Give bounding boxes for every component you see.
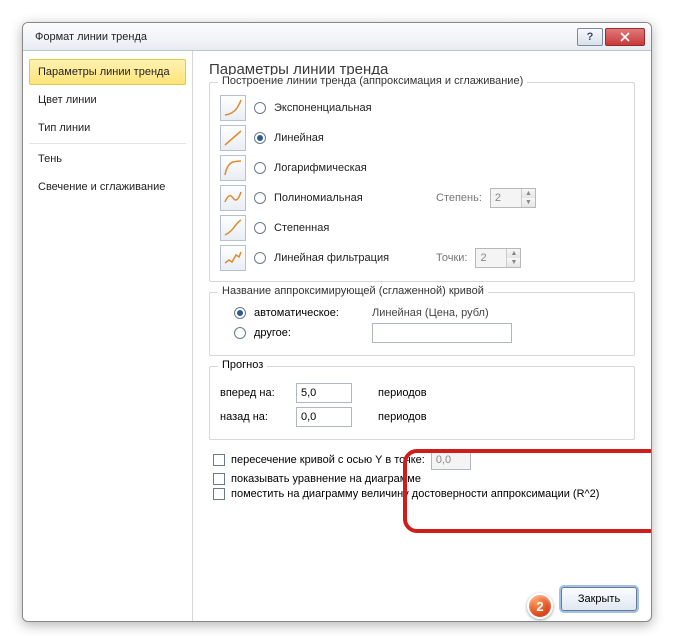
group-legend: Название аппроксимирующей (сглаженной) к…: [218, 285, 488, 297]
sidebar-item-line-type[interactable]: Тип линии: [29, 115, 186, 141]
power-icon: [220, 215, 246, 241]
rsquared-row: поместить на диаграмму величину достовер…: [213, 488, 635, 500]
forward-unit: периодов: [378, 387, 427, 399]
sidebar: Параметры линии тренда Цвет линии Тип ли…: [23, 51, 193, 621]
degree-spinner: ▲▼: [490, 188, 536, 208]
trend-option-linear: Линейная: [220, 123, 624, 153]
logarithmic-icon: [220, 155, 246, 181]
polynomial-icon: [220, 185, 246, 211]
other-label: другое:: [254, 327, 364, 339]
auto-label: автоматическое:: [254, 307, 364, 319]
trend-option-polynomial: Полиномиальная Степень: ▲▼: [220, 183, 624, 213]
annotation-badge-2: 2: [527, 593, 553, 619]
backward-unit: периодов: [378, 411, 427, 423]
trend-label: Экспоненциальная: [274, 102, 424, 114]
sidebar-separator: [29, 143, 186, 144]
trend-option-logarithmic: Логарифмическая: [220, 153, 624, 183]
rsquared-checkbox[interactable]: [213, 488, 225, 500]
equation-label: показывать уравнение на диаграмме: [231, 473, 421, 485]
sidebar-item-label: Тип линии: [38, 122, 90, 134]
backward-label: назад на:: [220, 411, 290, 423]
radio-logarithmic[interactable]: [254, 162, 266, 174]
trend-type-group: Построение линии тренда (аппроксимация и…: [209, 82, 635, 282]
trend-option-exponential: Экспоненциальная: [220, 93, 624, 123]
equation-checkbox[interactable]: [213, 473, 225, 485]
radio-exponential[interactable]: [254, 102, 266, 114]
linear-icon: [220, 125, 246, 151]
intercept-row: пересечение кривой с осью Y в точке:: [213, 450, 635, 470]
radio-linear[interactable]: [254, 132, 266, 144]
forecast-forward-row: вперед на: периодов: [220, 383, 624, 403]
forecast-group: Прогноз вперед на: периодов назад на: пе…: [209, 366, 635, 440]
forward-input[interactable]: [296, 383, 352, 403]
rsquared-label: поместить на диаграмму величину достовер…: [231, 488, 599, 500]
sidebar-item-label: Тень: [38, 153, 62, 165]
trend-label: Логарифмическая: [274, 162, 424, 174]
sidebar-item-glow[interactable]: Свечение и сглаживание: [29, 174, 186, 200]
sidebar-item-trendline-options[interactable]: Параметры линии тренда: [29, 59, 186, 85]
points-input: [476, 249, 506, 267]
dialog-window: Формат линии тренда ? Параметры линии тр…: [22, 22, 652, 622]
forecast-backward-row: назад на: периодов: [220, 407, 624, 427]
auto-name-value: Линейная (Цена, рубл): [372, 307, 489, 319]
chevron-up-icon: ▲: [522, 189, 535, 198]
sidebar-item-label: Свечение и сглаживание: [38, 181, 165, 193]
sidebar-item-label: Цвет линии: [38, 94, 97, 106]
intercept-input: [431, 450, 471, 470]
equation-row: показывать уравнение на диаграмме: [213, 473, 635, 485]
trend-option-power: Степенная: [220, 213, 624, 243]
trend-label: Линейная: [274, 132, 424, 144]
curve-name-group: Название аппроксимирующей (сглаженной) к…: [209, 292, 635, 356]
close-button-label: Закрыть: [578, 593, 620, 605]
help-button[interactable]: ?: [577, 28, 603, 46]
points-spinner: ▲▼: [475, 248, 521, 268]
chevron-down-icon: ▼: [522, 198, 535, 207]
sidebar-item-shadow[interactable]: Тень: [29, 146, 186, 172]
radio-polynomial[interactable]: [254, 192, 266, 204]
titlebar: Формат линии тренда ?: [23, 23, 651, 51]
exponential-icon: [220, 95, 246, 121]
other-name-input[interactable]: [372, 323, 512, 343]
intercept-label: пересечение кривой с осью Y в точке:: [231, 454, 425, 466]
trend-label: Степенная: [274, 222, 424, 234]
radio-power[interactable]: [254, 222, 266, 234]
trend-option-moving-avg: Линейная фильтрация Точки: ▲▼: [220, 243, 624, 273]
name-auto-row: автоматическое: Линейная (Цена, рубл): [234, 307, 624, 319]
trend-label: Линейная фильтрация: [274, 252, 424, 264]
close-window-button[interactable]: [605, 28, 645, 46]
trend-label: Полиномиальная: [274, 192, 424, 204]
close-button[interactable]: Закрыть: [561, 587, 637, 611]
dialog-body: Параметры линии тренда Цвет линии Тип ли…: [23, 51, 651, 621]
forward-label: вперед на:: [220, 387, 290, 399]
degree-input: [491, 189, 521, 207]
group-legend: Прогноз: [218, 359, 267, 371]
sidebar-item-line-color[interactable]: Цвет линии: [29, 87, 186, 113]
backward-input[interactable]: [296, 407, 352, 427]
points-label: Точки:: [436, 252, 467, 264]
close-icon: [620, 32, 630, 42]
group-legend: Построение линии тренда (аппроксимация и…: [218, 75, 527, 87]
name-other-row: другое:: [234, 323, 624, 343]
chevron-down-icon: ▼: [507, 258, 520, 267]
radio-moving-avg[interactable]: [254, 252, 266, 264]
radio-other-name[interactable]: [234, 327, 246, 339]
radio-auto-name[interactable]: [234, 307, 246, 319]
sidebar-item-label: Параметры линии тренда: [38, 66, 170, 78]
window-title: Формат линии тренда: [29, 31, 575, 43]
dialog-footer: Закрыть: [561, 587, 637, 611]
intercept-checkbox[interactable]: [213, 454, 225, 466]
chevron-up-icon: ▲: [507, 249, 520, 258]
degree-label: Степень:: [436, 192, 482, 204]
moving-avg-icon: [220, 245, 246, 271]
main-panel: Параметры линии тренда Построение линии …: [193, 51, 651, 621]
